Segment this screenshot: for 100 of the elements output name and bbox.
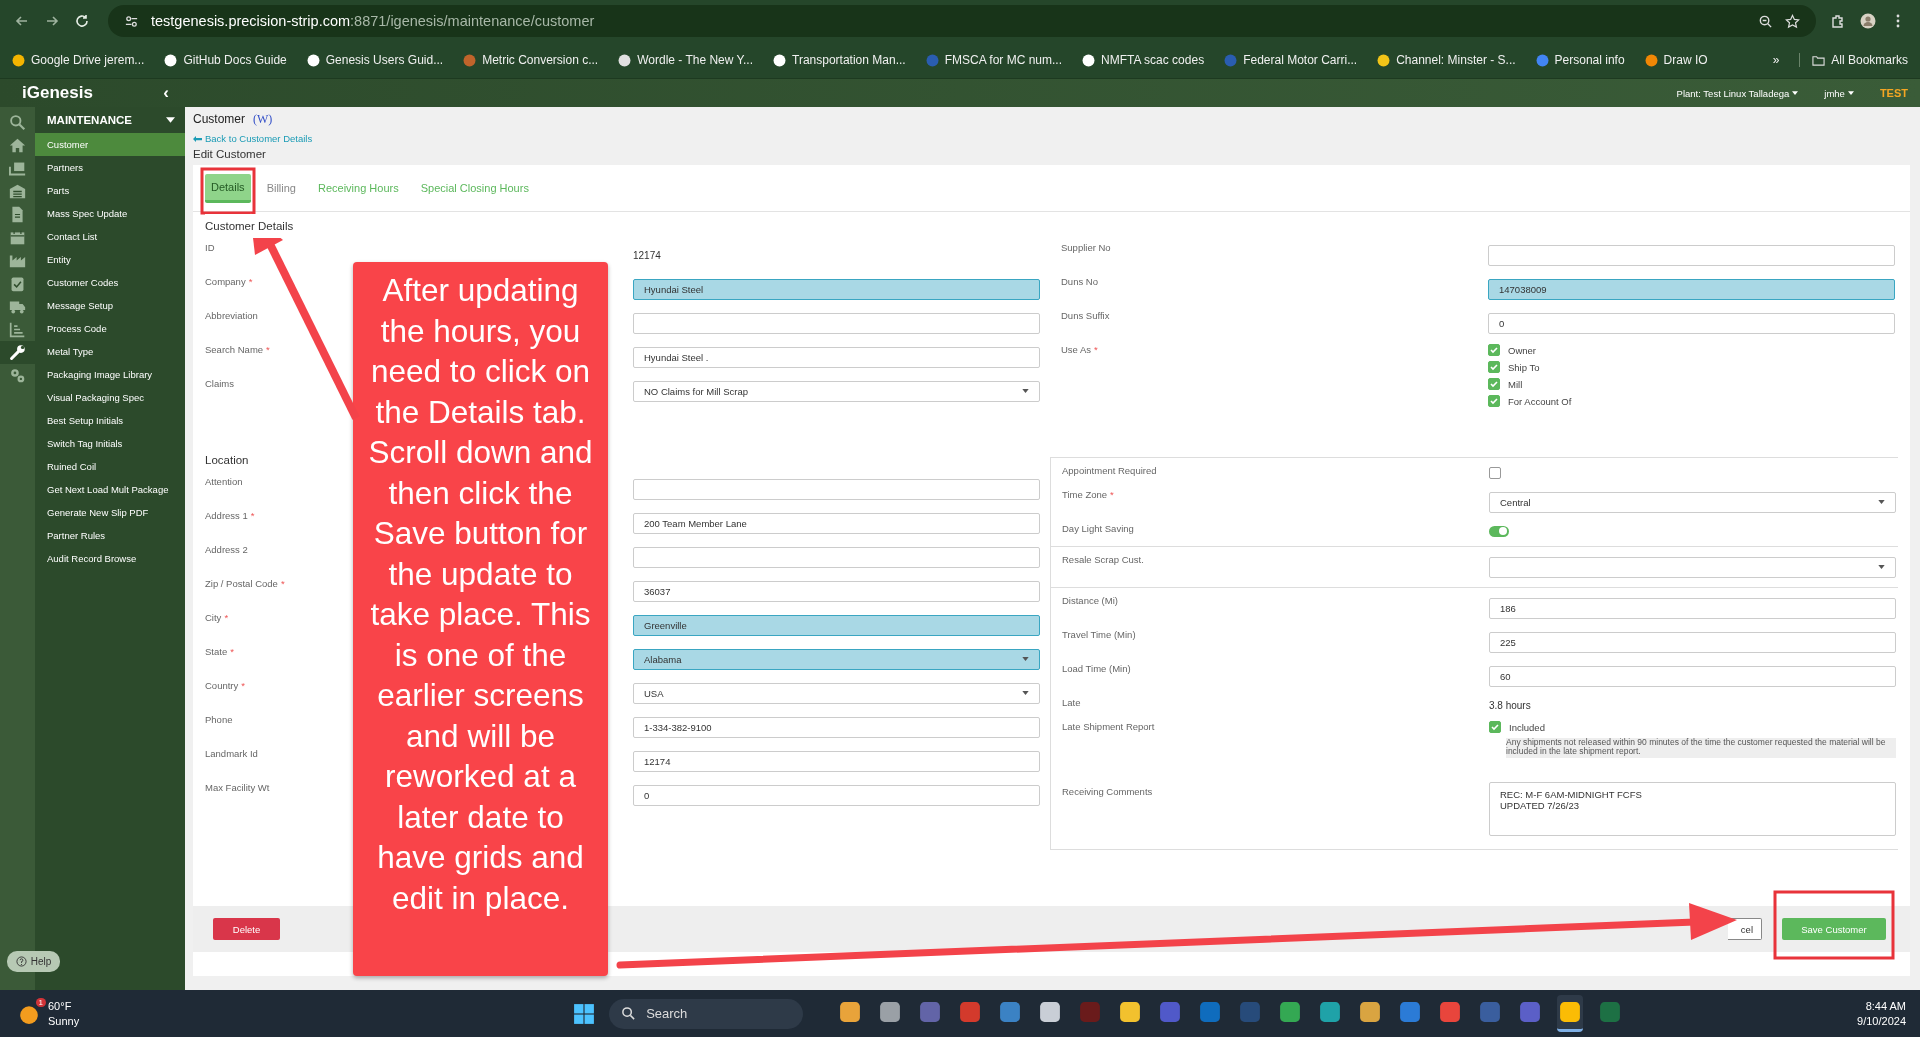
dropdown[interactable]: USA bbox=[633, 682, 1040, 704]
reload-icon[interactable] bbox=[74, 13, 90, 29]
app-icon[interactable] bbox=[1359, 1001, 1382, 1023]
text-field[interactable]: 0 bbox=[1488, 312, 1895, 334]
text-field[interactable] bbox=[633, 478, 1040, 500]
menu-item[interactable]: Entity bbox=[35, 248, 185, 271]
text-field[interactable]: 60 bbox=[1489, 665, 1896, 687]
bookmark[interactable]: NMFTA scac codes bbox=[1082, 53, 1205, 67]
checkbox[interactable] bbox=[1488, 378, 1500, 390]
menu-item[interactable]: Get Next Load Mult Package bbox=[35, 478, 185, 501]
menu-item[interactable]: Best Setup Initials bbox=[35, 409, 185, 432]
menu-item[interactable]: Customer bbox=[35, 133, 185, 156]
menu-section-header[interactable]: MAINTENANCE bbox=[35, 107, 185, 133]
text-field[interactable] bbox=[633, 546, 1040, 568]
bookmark[interactable]: FMSCA for MC num... bbox=[925, 53, 1062, 67]
address-bar[interactable]: testgenesis.precision-strip.com:8871/igenesis/maintenance/customer bbox=[108, 5, 1816, 37]
chart-icon[interactable] bbox=[9, 321, 26, 338]
home-icon[interactable] bbox=[9, 137, 26, 154]
menu-item[interactable]: Ruined Coil bbox=[35, 455, 185, 478]
menu-item[interactable]: Switch Tag Initials bbox=[35, 432, 185, 455]
menu-item[interactable]: Mass Spec Update bbox=[35, 202, 185, 225]
menu-item[interactable]: Metal Type bbox=[35, 340, 185, 363]
user-menu[interactable]: jmhe bbox=[1824, 87, 1854, 99]
checkbox[interactable] bbox=[1488, 395, 1500, 407]
bookmark[interactable]: Google Drive jerem... bbox=[12, 53, 145, 67]
help-button[interactable]: Help bbox=[6, 951, 61, 972]
text-field[interactable]: Hyundai Steel bbox=[633, 278, 1040, 300]
bookmark[interactable]: Draw IO bbox=[1644, 53, 1708, 67]
dropdown[interactable]: NO Claims for Mill Scrap bbox=[633, 380, 1040, 402]
menu-item[interactable]: Visual Packaging Spec bbox=[35, 386, 185, 409]
all-bookmarks[interactable]: All Bookmarks bbox=[1799, 53, 1908, 67]
start-icon[interactable] bbox=[573, 1002, 596, 1025]
menu-item[interactable]: Partners bbox=[35, 156, 185, 179]
dropdown[interactable]: Central bbox=[1489, 491, 1896, 513]
app-icon[interactable] bbox=[1119, 1001, 1142, 1023]
bookmark[interactable]: Channel: Minster - S... bbox=[1377, 53, 1516, 67]
checkbox[interactable] bbox=[1488, 344, 1500, 356]
menu-item[interactable]: Message Setup bbox=[35, 294, 185, 317]
app-icon[interactable] bbox=[839, 1001, 862, 1023]
more-bookmarks[interactable]: » bbox=[1772, 53, 1780, 67]
bookmark[interactable]: Metric Conversion c... bbox=[463, 53, 599, 67]
clipboard-icon[interactable] bbox=[9, 275, 26, 292]
calendar-icon[interactable] bbox=[9, 229, 26, 246]
gears-icon[interactable] bbox=[9, 367, 26, 384]
wrench-icon[interactable] bbox=[9, 344, 26, 361]
bookmark[interactable]: GitHub Docs Guide bbox=[164, 53, 287, 67]
delete-button[interactable]: Delete bbox=[213, 918, 280, 940]
text-field[interactable]: 186 bbox=[1489, 597, 1896, 619]
comments-textarea[interactable]: REC: M-F 6AM-MIDNIGHT FCFS UPDATED 7/26/23 bbox=[1489, 781, 1896, 836]
checkbox[interactable] bbox=[1489, 467, 1501, 479]
warehouse-icon[interactable] bbox=[9, 183, 26, 200]
app-icon[interactable] bbox=[1279, 1001, 1302, 1023]
text-field[interactable]: 200 Team Member Lane bbox=[633, 512, 1040, 534]
search-icon[interactable] bbox=[9, 114, 26, 131]
menu-item[interactable]: Contact List bbox=[35, 225, 185, 248]
avatar-icon[interactable] bbox=[1860, 13, 1876, 29]
plant-selector[interactable]: Plant: Test Linux Talladega bbox=[1676, 87, 1799, 99]
tab[interactable]: Details bbox=[205, 173, 251, 203]
zoom-icon[interactable] bbox=[1758, 13, 1773, 29]
menu-item[interactable]: Generate New Slip PDF bbox=[35, 501, 185, 524]
menu-item[interactable]: Customer Codes bbox=[35, 271, 185, 294]
collapse-button[interactable]: ‹ bbox=[163, 83, 169, 103]
text-field[interactable]: 225 bbox=[1489, 631, 1896, 653]
dropdown[interactable]: Alabama bbox=[633, 648, 1040, 670]
app-icon[interactable] bbox=[1039, 1001, 1062, 1023]
star-icon[interactable] bbox=[1785, 13, 1800, 29]
truck-icon[interactable] bbox=[9, 298, 26, 315]
document-icon[interactable] bbox=[9, 206, 26, 223]
text-field[interactable]: 1-334-382-9100 bbox=[633, 716, 1040, 738]
menu-item[interactable]: Partner Rules bbox=[35, 524, 185, 547]
menu-item[interactable]: Parts bbox=[35, 179, 185, 202]
text-field[interactable] bbox=[1488, 244, 1895, 266]
checkbox[interactable] bbox=[1489, 721, 1501, 733]
menu-item[interactable]: Process Code bbox=[35, 317, 185, 340]
menu-item[interactable]: Audit Record Browse bbox=[35, 547, 185, 570]
toggle-switch[interactable] bbox=[1489, 525, 1509, 537]
text-field[interactable]: 36037 bbox=[633, 580, 1040, 602]
text-field[interactable]: Hyundai Steel . bbox=[633, 346, 1040, 368]
bookmark[interactable]: Personal info bbox=[1535, 53, 1625, 67]
text-field[interactable]: Greenville bbox=[633, 614, 1040, 636]
checkbox[interactable] bbox=[1488, 361, 1500, 373]
taskbar-search[interactable]: Search bbox=[609, 998, 804, 1029]
bookmark[interactable]: Genesis Users Guid... bbox=[306, 53, 444, 67]
bookmark[interactable]: Transportation Man... bbox=[773, 53, 906, 67]
pallet-icon[interactable] bbox=[9, 160, 26, 177]
text-field[interactable] bbox=[633, 312, 1040, 334]
checkbox-label: For Account Of bbox=[1508, 395, 1572, 407]
app-icon[interactable] bbox=[879, 1001, 902, 1023]
factory-icon[interactable] bbox=[9, 252, 26, 269]
app-icon[interactable] bbox=[1559, 1001, 1582, 1023]
bookmark[interactable]: Federal Motor Carri... bbox=[1224, 53, 1358, 67]
cancel-button[interactable]: cel bbox=[1728, 918, 1762, 940]
text-field[interactable]: 147038009 bbox=[1488, 278, 1895, 300]
app-icon[interactable] bbox=[1319, 1001, 1342, 1023]
extensions-icon[interactable] bbox=[1830, 13, 1846, 29]
menu-item[interactable]: Packaging Image Library bbox=[35, 363, 185, 386]
bookmark[interactable]: Wordle - The New Y... bbox=[618, 53, 754, 67]
text-field[interactable]: 12174 bbox=[633, 750, 1040, 772]
text-field[interactable]: 0 bbox=[633, 784, 1040, 806]
site-info-icon[interactable] bbox=[124, 13, 139, 29]
